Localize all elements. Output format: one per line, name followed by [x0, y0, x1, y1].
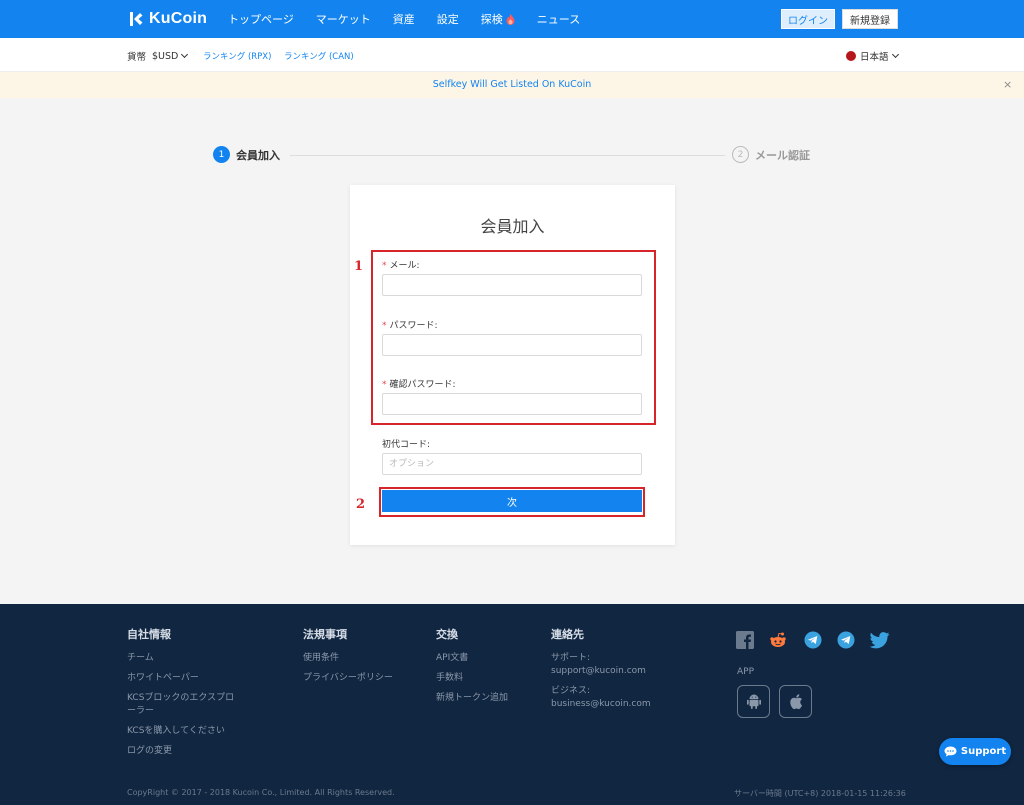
kucoin-logo[interactable]: KuCoin: [127, 9, 207, 29]
footer-link-changelog[interactable]: ログの変更: [127, 745, 242, 758]
footer-support-email[interactable]: support@kucoin.com: [551, 665, 681, 678]
login-button[interactable]: ログイン: [781, 9, 835, 29]
footer-support-label: サポート:: [551, 653, 591, 663]
nav-settings[interactable]: 設定: [437, 11, 459, 27]
app-label: APP: [737, 667, 755, 677]
footer-col-contact: 連絡先 サポート: support@kucoin.com ビジネス: busin…: [551, 626, 681, 718]
japan-flag-icon: [846, 51, 856, 61]
language-selector[interactable]: 日本語: [846, 49, 899, 63]
support-label: Support: [960, 746, 1007, 757]
ranking-can-link[interactable]: ランキング (CAN): [284, 50, 354, 62]
footer-link-team[interactable]: チーム: [127, 652, 242, 665]
step-2-label: メール認証: [755, 148, 810, 162]
footer-col-legal: 法規事項 使用条件 プライバシーポリシー: [303, 626, 398, 692]
step-1: 1 会員加入: [213, 146, 280, 163]
fire-icon: [506, 13, 515, 25]
footer-link-buy-kcs[interactable]: KCSを購入してください: [127, 725, 242, 738]
step-2: 2 メール認証: [732, 146, 810, 163]
kucoin-logo-icon: [130, 12, 143, 26]
chevron-down-icon: [891, 50, 899, 59]
annotation-number-2: 2: [356, 497, 366, 512]
signup-button[interactable]: 新規登録: [842, 9, 898, 29]
footer-link-privacy[interactable]: プライバシーポリシー: [303, 672, 398, 685]
announcement-bar: Selfkey Will Get Listed On KuCoin ×: [0, 72, 1024, 98]
footer-head-legal: 法規事項: [303, 628, 347, 641]
android-icon: [746, 694, 761, 709]
footer-link-kcs-explorer[interactable]: KCSブロックのエクスプローラー: [127, 692, 242, 718]
language-label: 日本語: [860, 52, 889, 63]
copyright-text: CopyRight © 2017 - 2018 Kucoin Co., Limi…: [127, 788, 395, 797]
annotation-box-1: [371, 250, 656, 425]
footer-link-fees[interactable]: 手数料: [436, 672, 508, 685]
currency-value: $USD: [152, 50, 179, 62]
logo-text: KuCoin: [149, 10, 208, 27]
footer-link-new-token[interactable]: 新規トークン追加: [436, 692, 508, 705]
server-time: サーバー時間 (UTC+8) 2018-01-15 11:26:36: [734, 789, 906, 798]
announcement-link[interactable]: Selfkey Will Get Listed On KuCoin: [0, 79, 1024, 90]
annotation-number-1: 1: [354, 259, 364, 274]
invite-code-label: 初代コード:: [382, 440, 431, 450]
apple-icon: [790, 694, 802, 710]
invite-code-input[interactable]: [382, 453, 642, 475]
form-title: 会員加入: [480, 217, 545, 236]
footer-link-whitepaper[interactable]: ホワイトペーパー: [127, 672, 242, 685]
footer-col-company: 自社情報 チーム ホワイトペーパー KCSブロックのエクスプローラー KCSを購…: [127, 626, 242, 765]
close-icon[interactable]: ×: [1003, 78, 1012, 91]
footer-col-exchange: 交換 API文書 手数料 新規トークン追加: [436, 626, 508, 712]
currency-selector[interactable]: 貨幣 $USD: [127, 49, 189, 63]
step-1-label: 会員加入: [236, 148, 280, 162]
nav-explore-label: 探検: [480, 13, 503, 26]
reddit-icon[interactable]: [769, 631, 787, 649]
facebook-icon[interactable]: [736, 631, 754, 649]
android-app-button[interactable]: [737, 685, 770, 718]
footer-head-company: 自社情報: [127, 628, 171, 641]
nav-explore[interactable]: 探検: [481, 11, 515, 27]
telegram-icon-2[interactable]: [837, 631, 855, 649]
step-1-number: 1: [213, 146, 230, 163]
step-connector: [290, 155, 725, 156]
main-menu: トップページ マーケット 資産 設定 探検 ニュース: [228, 0, 602, 38]
footer-head-exchange: 交換: [436, 628, 458, 641]
nav-market[interactable]: マーケット: [316, 11, 371, 27]
twitter-icon[interactable]: [870, 631, 890, 649]
chat-bubble-icon: [944, 746, 957, 757]
currency-label: 貨幣: [127, 52, 147, 63]
telegram-icon[interactable]: [804, 631, 822, 649]
footer-business-label: ビジネス:: [551, 686, 591, 696]
nav-news[interactable]: ニュース: [537, 11, 580, 27]
annotation-box-2: [379, 487, 645, 517]
top-nav: KuCoin トップページ マーケット 資産 設定 探検 ニュース ログイン 新…: [0, 0, 1024, 38]
nav-home[interactable]: トップページ: [228, 11, 294, 27]
support-chat-button[interactable]: Support: [939, 738, 1011, 765]
footer-head-contact: 連絡先: [551, 628, 584, 641]
step-2-number: 2: [732, 146, 749, 163]
footer-link-api[interactable]: API文書: [436, 652, 508, 665]
nav-assets[interactable]: 資産: [393, 11, 415, 27]
ranking-rpx-link[interactable]: ランキング (RPX): [203, 50, 271, 62]
ios-app-button[interactable]: [779, 685, 812, 718]
footer-link-terms[interactable]: 使用条件: [303, 652, 398, 665]
chevron-down-icon: [181, 50, 189, 59]
sub-bar: 貨幣 $USD ランキング (RPX) ランキング (CAN) 日本語: [0, 38, 1024, 72]
footer-business-email[interactable]: business@kucoin.com: [551, 698, 681, 711]
